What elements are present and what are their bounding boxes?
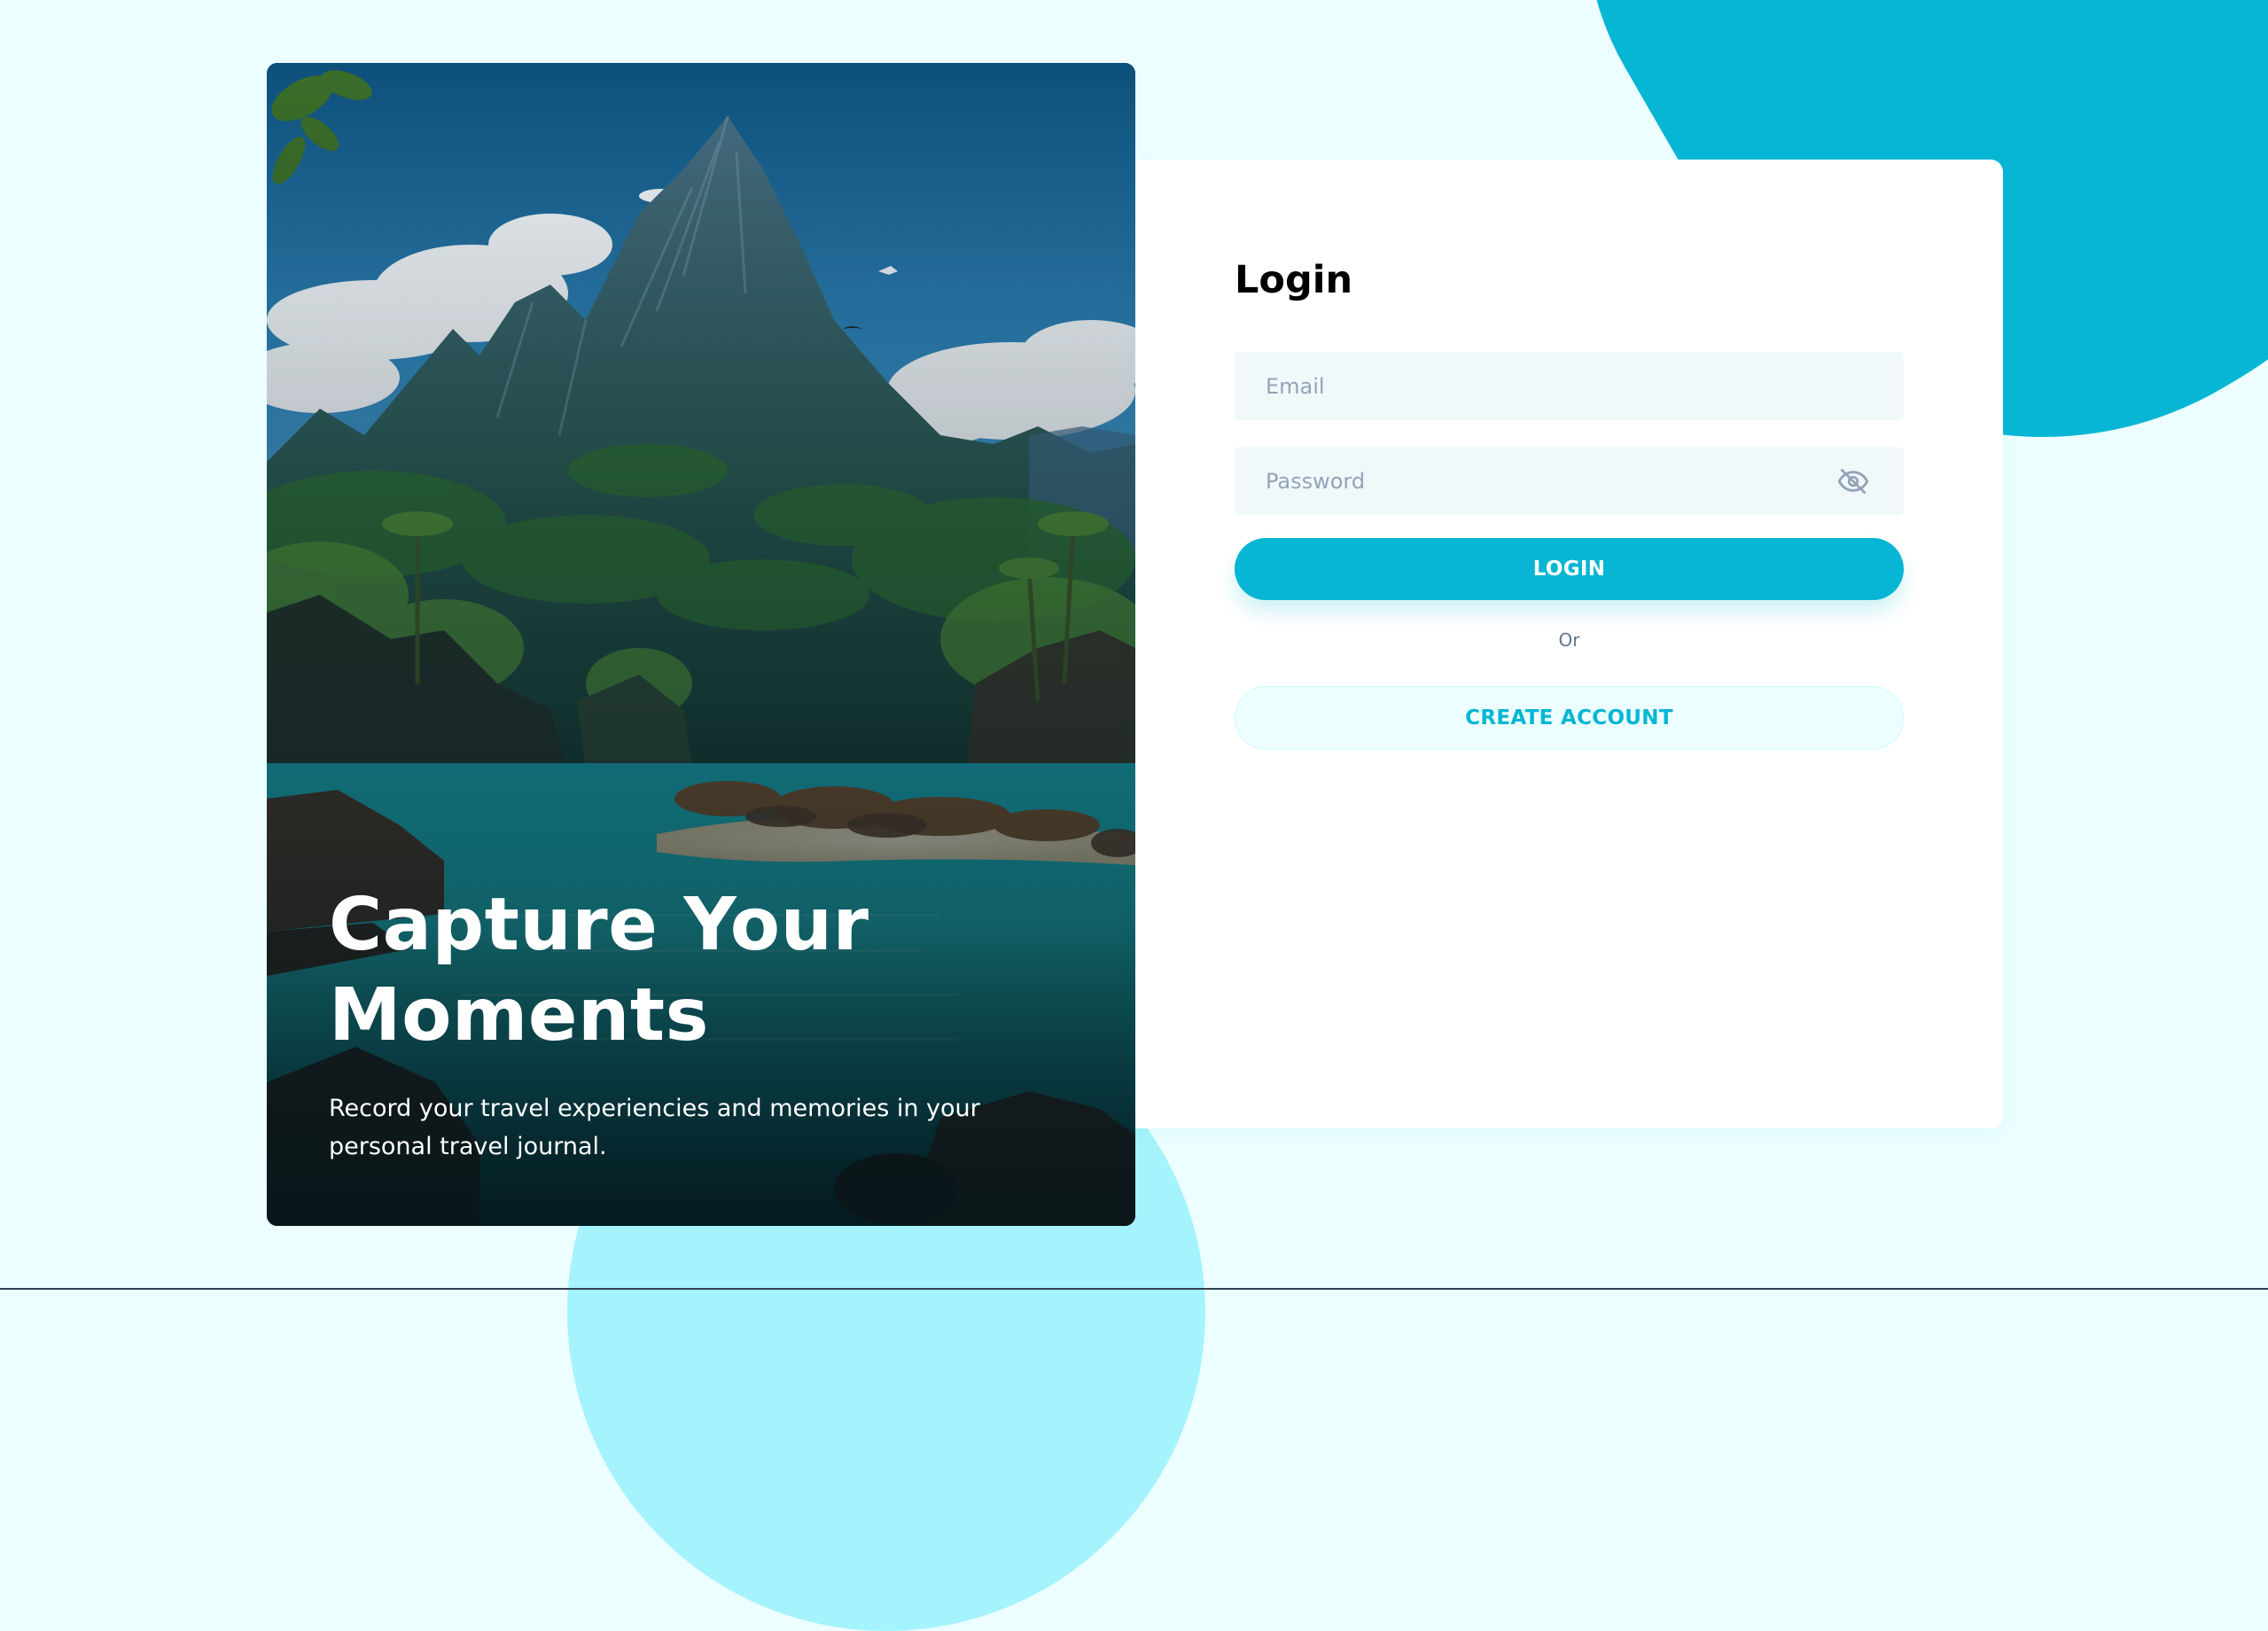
- email-input[interactable]: [1235, 352, 1904, 420]
- hero-image-panel: Capture Your Moments Record your travel …: [267, 63, 1135, 1226]
- hero-caption: Capture Your Moments Record your travel …: [329, 880, 1056, 1166]
- password-field-wrapper: [1235, 447, 1904, 515]
- password-input[interactable]: [1235, 447, 1904, 515]
- login-card: Login LOGIN Or CREATE ACCOUNT: [1135, 160, 2003, 1128]
- create-account-button[interactable]: CREATE ACCOUNT: [1235, 686, 1904, 750]
- login-title: Login: [1235, 258, 1353, 302]
- or-divider-text: Or: [1558, 629, 1580, 651]
- email-field-wrapper: [1235, 352, 1904, 420]
- login-button[interactable]: LOGIN: [1235, 538, 1904, 600]
- hero-subtitle: Record your travel experiencies and memo…: [329, 1095, 980, 1160]
- hero-title: Capture Your Moments: [329, 883, 869, 1057]
- eye-off-icon[interactable]: [1836, 464, 1870, 498]
